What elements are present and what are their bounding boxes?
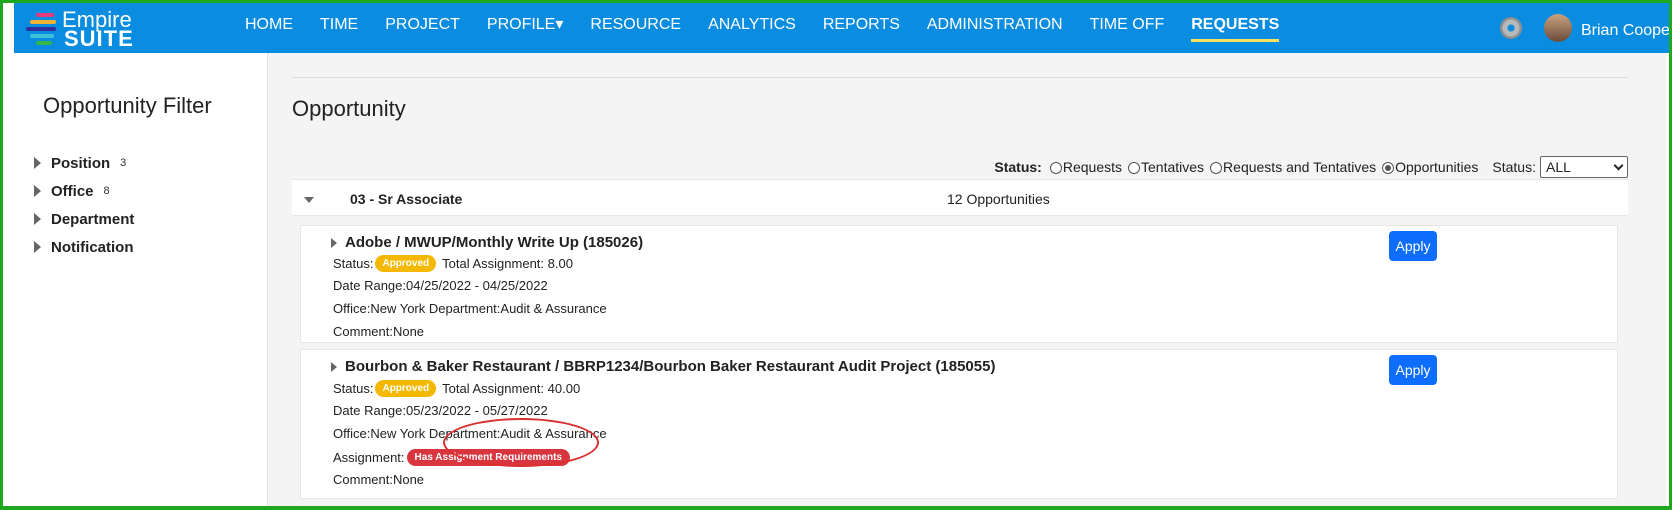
comment: Comment:None <box>333 472 425 487</box>
filter-count: 8 <box>103 185 110 197</box>
nav-time[interactable]: TIME <box>320 3 358 53</box>
filter-count: 3 <box>120 157 127 169</box>
apply-button[interactable]: Apply <box>1389 231 1437 261</box>
total-assignment: Total Assignment: 40.00 <box>442 381 581 396</box>
opportunity-card: Adobe / MWUP/Monthly Write Up (185026) S… <box>300 225 1618 343</box>
filter-list: Position 3 Office 8 Department Notificat… <box>34 149 134 261</box>
group-name: 03 - Sr Associate <box>350 191 463 207</box>
empire-suite-logo[interactable]: Empire SUITE <box>22 6 142 50</box>
opportunity-card: Bourbon & Baker Restaurant / BBRP1234/Bo… <box>300 349 1618 499</box>
nav-requests[interactable]: REQUESTS <box>1191 3 1280 53</box>
nav-analytics[interactable]: ANALYTICS <box>708 3 796 53</box>
caret-right-icon <box>34 157 41 169</box>
radio-label: Requests <box>1062 159 1122 175</box>
caret-right-icon <box>34 241 41 253</box>
status-line: Status: Approved Total Assignment: 8.00 <box>333 255 573 272</box>
page-title: Opportunity <box>292 96 406 121</box>
nav-administration[interactable]: ADMINISTRATION <box>927 3 1063 53</box>
assignment-label: Assignment: <box>333 450 405 465</box>
nav-reports[interactable]: REPORTS <box>823 3 900 53</box>
caret-right-icon <box>331 237 337 248</box>
status-select[interactable]: ALL <box>1540 156 1628 178</box>
main-content: Opportunity Status: Requests Tentatives … <box>268 53 1666 508</box>
filter-label: Department <box>51 210 135 228</box>
status-label: Status: <box>333 381 374 396</box>
status-filter-label: Status: <box>994 159 1042 175</box>
status-select-value: ALL <box>1546 159 1571 175</box>
card-title[interactable]: Adobe / MWUP/Monthly Write Up (185026) <box>331 234 643 251</box>
filter-label: Notification <box>51 238 134 256</box>
main-nav: HOME TIME PROJECT PROFILE▾ RESOURCE ANAL… <box>245 3 1306 53</box>
caret-right-icon <box>34 185 41 197</box>
group-count: 12 Opportunities <box>947 191 1050 207</box>
position-group-header[interactable]: 03 - Sr Associate 12 Opportunities <box>292 179 1628 216</box>
user-menu[interactable]: Brian Cooper ▾ <box>1581 20 1672 40</box>
sidebar-title: Opportunity Filter <box>43 93 212 118</box>
radio-requests-and-tentatives[interactable] <box>1210 162 1223 174</box>
card-title-text: Adobe / MWUP/Monthly Write Up (185026) <box>345 234 644 251</box>
status-select-label: Status: <box>1492 159 1536 175</box>
filter-notification[interactable]: Notification <box>34 233 134 261</box>
radio-requests[interactable] <box>1049 162 1062 174</box>
radio-label: Requests and Tentatives <box>1223 159 1377 175</box>
nav-resource[interactable]: RESOURCE <box>590 3 681 53</box>
filter-office[interactable]: Office 8 <box>34 177 134 205</box>
card-title[interactable]: Bourbon & Baker Restaurant / BBRP1234/Bo… <box>331 358 995 375</box>
status-line: Status: Approved Total Assignment: 40.00 <box>333 380 580 397</box>
nav-profile[interactable]: PROFILE▾ <box>487 3 564 53</box>
radio-tentatives[interactable] <box>1128 162 1140 174</box>
gear-icon[interactable] <box>1500 17 1522 39</box>
caret-down-icon[interactable] <box>304 197 314 203</box>
status-filter-bar: Status: Requests Tentatives Requests and… <box>994 156 1628 178</box>
total-assignment: Total Assignment: 8.00 <box>442 256 573 271</box>
top-nav-bar: Empire SUITE HOME TIME PROJECT PROFILE▾ … <box>14 3 1672 53</box>
comment: Comment:None <box>333 324 425 339</box>
radio-label: Tentatives <box>1141 159 1205 175</box>
status-badge: Approved <box>375 380 437 397</box>
chevron-down-icon <box>1613 160 1624 170</box>
caret-right-icon <box>331 361 337 372</box>
status-badge: Approved <box>375 255 437 272</box>
requirements-badge: Has Assignment Requirements <box>406 449 570 466</box>
caret-right-icon <box>34 213 41 225</box>
date-range: Date Range:05/23/2022 - 05/27/2022 <box>333 403 548 418</box>
assignment-line: Assignment: Has Assignment Requirements <box>333 449 576 466</box>
apply-button[interactable]: Apply <box>1389 355 1437 385</box>
nav-time-off[interactable]: TIME OFF <box>1090 3 1165 53</box>
filter-label: Position <box>51 154 111 172</box>
office-department: Office:New York Department:Audit & Assur… <box>333 301 607 316</box>
filter-label: Office <box>51 182 94 200</box>
avatar[interactable] <box>1544 14 1572 42</box>
nav-home[interactable]: HOME <box>245 3 293 53</box>
status-label: Status: <box>333 256 374 271</box>
nav-project[interactable]: PROJECT <box>385 3 460 53</box>
date-range: Date Range:04/25/2022 - 04/25/2022 <box>333 278 548 293</box>
radio-label: Opportunities <box>1395 159 1479 175</box>
office-department: Office:New York Department:Audit & Assur… <box>333 426 607 441</box>
radio-opportunities[interactable] <box>1382 162 1395 174</box>
card-title-text: Bourbon & Baker Restaurant / BBRP1234/Bo… <box>345 358 996 375</box>
filter-position[interactable]: Position 3 <box>34 149 134 177</box>
divider <box>292 77 1628 78</box>
logo-text-suite: SUITE <box>64 26 134 51</box>
opportunity-filter-sidebar: Opportunity Filter Position 3 Office 8 D… <box>14 53 268 508</box>
filter-department[interactable]: Department <box>34 205 134 233</box>
